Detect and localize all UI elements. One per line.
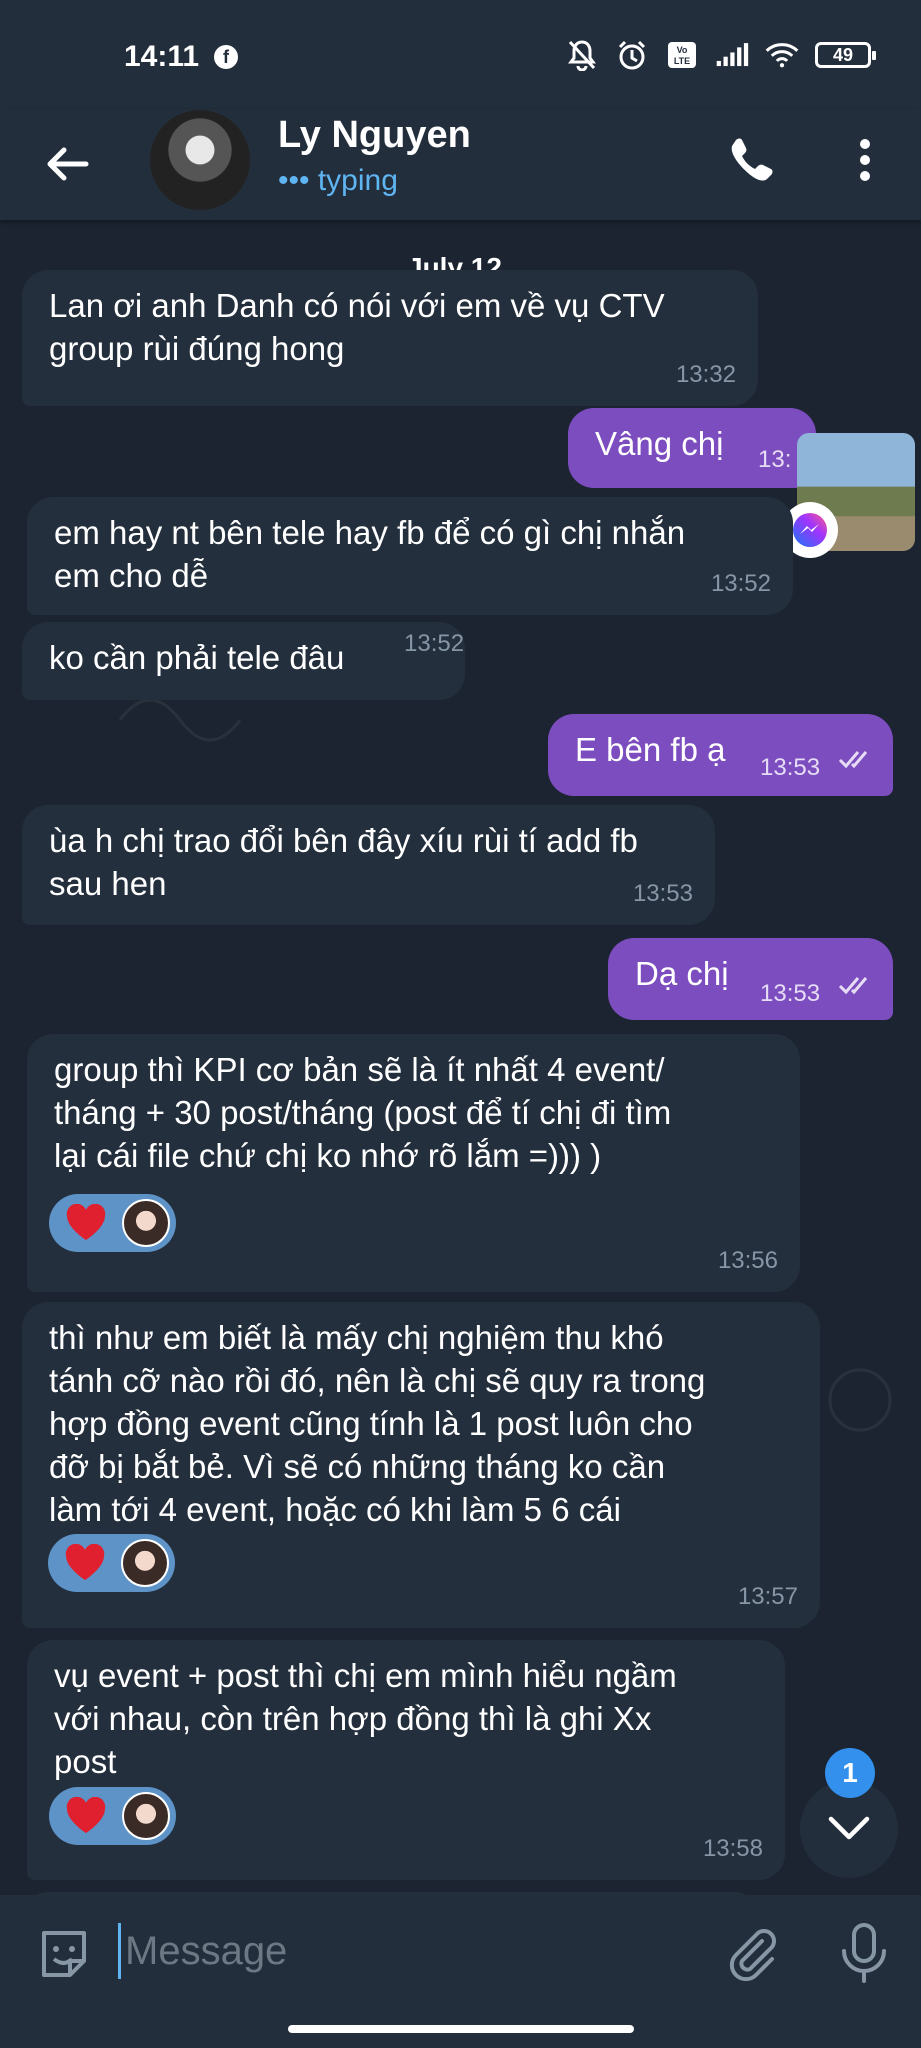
incoming-message[interactable]: group thì KPI cơ bản sẽ là ít nhất 4 eve… (27, 1034, 800, 1292)
volte-icon: Vo LTE (665, 38, 699, 72)
status-bar: 14:11 f Vo LTE 49 (0, 0, 921, 110)
reactor-avatar (122, 1199, 170, 1247)
message-text: thì như em biết là mấy chị nghiệm thu kh… (49, 1319, 706, 1528)
reactor-avatar (122, 1792, 170, 1840)
message-text: E bên fb ạ (575, 731, 726, 768)
message-text: vụ event + post thì chị em mình hiểu ngầ… (54, 1657, 677, 1780)
incoming-message[interactable]: thì như em biết là mấy chị nghiệm thu kh… (22, 1302, 820, 1628)
more-options-button[interactable] (840, 130, 890, 190)
heart-icon (65, 1544, 105, 1580)
chat-header: Ly Nguyen ••• typing (0, 110, 921, 220)
wifi-icon (765, 38, 799, 72)
heart-icon (66, 1204, 106, 1240)
gesture-navigation-bar[interactable] (288, 2025, 634, 2033)
heart-icon (66, 1797, 106, 1833)
message-time: 13:53 (760, 754, 821, 781)
message-time: 13:57 (737, 1583, 798, 1610)
arrow-left-icon (47, 147, 89, 181)
incoming-message[interactable]: Lan ơi anh Danh có nói với em về vụ CTV … (22, 270, 758, 406)
incoming-message[interactable]: em hay nt bên tele hay fb để có gì chị n… (27, 497, 793, 615)
heart-reaction[interactable] (49, 1787, 176, 1845)
sticker-emoji-icon (42, 1931, 86, 1977)
heart-reaction[interactable] (48, 1534, 175, 1592)
message-time: 13:53 (632, 880, 693, 907)
message-text: Lan ơi anh Danh có nói với em về vụ CTV … (49, 287, 665, 367)
voice-record-button[interactable] (836, 1921, 892, 1985)
heart-reaction[interactable] (49, 1194, 176, 1252)
chevron-down-icon (828, 1816, 870, 1840)
typing-status: ••• typing (278, 164, 398, 197)
message-time: 13:56 (717, 1247, 778, 1274)
emoji-button[interactable] (34, 1925, 94, 1985)
message-time: 13:58 (702, 1835, 763, 1862)
signal-icon (715, 38, 749, 72)
message-text: ko cần phải tele đâu (49, 639, 345, 676)
message-text: group thì KPI cơ bản sẽ là ít nhất 4 eve… (54, 1051, 672, 1174)
read-checkmarks-icon (838, 751, 868, 769)
incoming-message[interactable]: ko cần phải tele đâu 13:52 (22, 622, 465, 700)
phone-icon (731, 138, 773, 181)
message-text: Dạ chị (635, 955, 729, 992)
message-text: ùa h chị trao đổi bên đây xíu rùi tí add… (49, 822, 638, 902)
outgoing-message[interactable]: Vâng chị 13: (568, 408, 816, 488)
message-time: 13: (758, 446, 792, 473)
status-icons: Vo LTE 49 (565, 38, 876, 72)
svg-text:Vo: Vo (677, 45, 688, 55)
unread-count-badge: 1 (825, 1748, 875, 1798)
message-time: 13:52 (710, 570, 771, 597)
microphone-icon (842, 1923, 886, 1983)
incoming-message[interactable]: ùa h chị trao đổi bên đây xíu rùi tí add… (22, 805, 715, 925)
bell-off-icon (565, 38, 599, 72)
message-composer: Message (0, 1895, 921, 2048)
outgoing-message[interactable]: Dạ chị 13:53 (608, 938, 893, 1020)
call-button[interactable] (720, 130, 780, 190)
paperclip-icon (729, 1929, 776, 1982)
clock: 14:11 (124, 40, 200, 73)
battery-icon: 49 (815, 42, 876, 68)
message-list[interactable]: July 12 Lan ơi anh Danh có nói với em về… (0, 220, 921, 1895)
kebab-menu-icon (860, 139, 870, 181)
back-button[interactable] (38, 134, 98, 194)
incoming-message[interactable]: vụ event + post thì chị em mình hiểu ngầ… (27, 1640, 785, 1880)
message-input[interactable]: Message (118, 1923, 688, 1979)
facebook-notification-icon: f (214, 45, 238, 69)
alarm-icon (615, 38, 649, 72)
reactor-avatar (121, 1539, 169, 1587)
svg-text:LTE: LTE (674, 56, 690, 66)
message-time: 13:52 (404, 630, 465, 657)
message-text: em hay nt bên tele hay fb để có gì chị n… (54, 514, 686, 594)
attach-button[interactable] (722, 1923, 782, 1983)
message-time: 13:53 (760, 980, 821, 1007)
avatar[interactable] (150, 110, 250, 210)
contact-name[interactable]: Ly Nguyen (278, 114, 471, 157)
read-checkmarks-icon (838, 977, 868, 995)
message-time: 13:32 (675, 361, 736, 388)
outgoing-message[interactable]: E bên fb ạ 13:53 (548, 714, 893, 796)
